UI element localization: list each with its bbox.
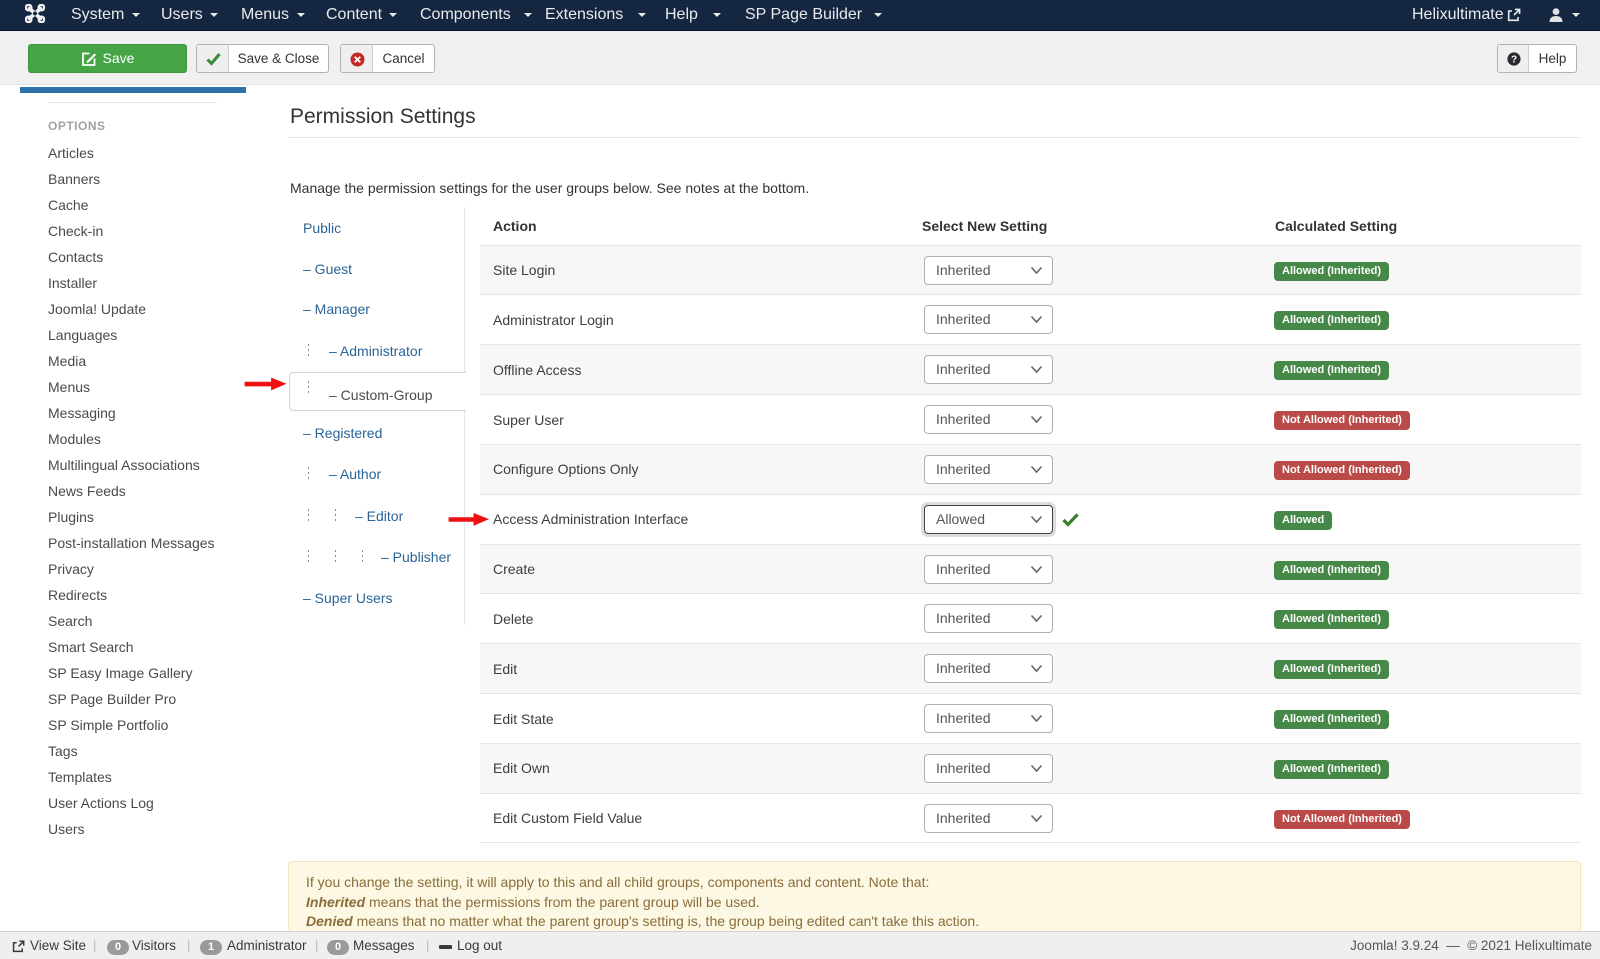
svg-text:?: ?	[1511, 54, 1517, 65]
